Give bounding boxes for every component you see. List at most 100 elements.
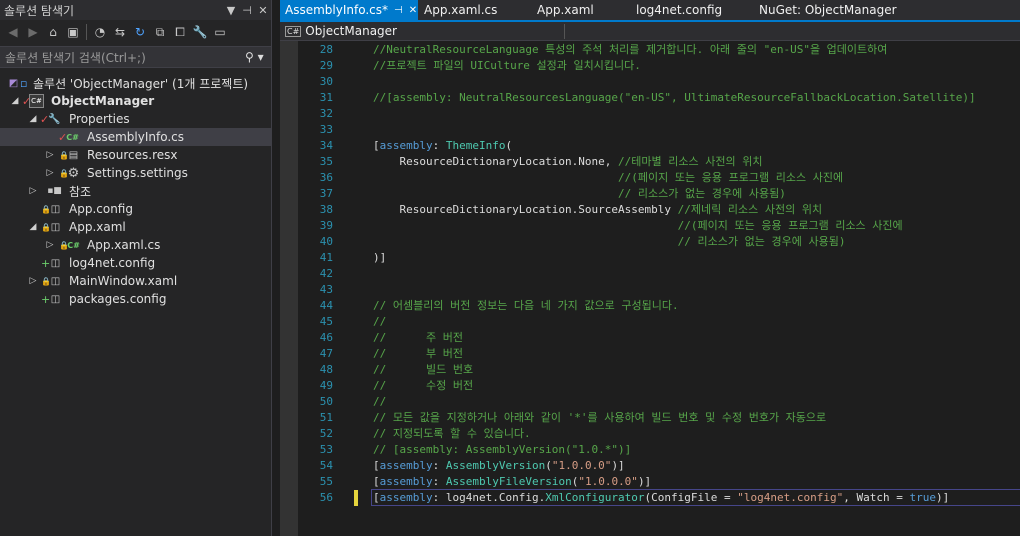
code-line[interactable]: 37 // 리소스가 없는 경우에 사용됨) (280, 186, 1020, 202)
close-icon[interactable]: ✕ (255, 4, 271, 17)
tree-item-project[interactable]: ◢ ✓ C# ObjectManager (0, 92, 271, 110)
code-line[interactable]: 35 ResourceDictionaryLocation.None, //테마… (280, 154, 1020, 170)
tree-item-mainwindow[interactable]: ▷ 🔒 ◫ MainWindow.xaml (0, 272, 271, 290)
lock-icon: ▫ (20, 76, 28, 90)
config-file-icon: ◫ (50, 257, 61, 269)
auto-hide-pin-icon[interactable]: ⊣ (239, 4, 255, 17)
code-line[interactable]: 43 (280, 282, 1020, 298)
code-line[interactable]: 52 // 지정되도록 할 수 있습니다. (280, 426, 1020, 442)
tree-item-solution[interactable]: ◩ ▫ 솔루션 'ObjectManager' (1개 프로젝트) (0, 74, 271, 92)
code-line[interactable]: 55 [assembly: AssemblyFileVersion("1.0.0.… (280, 474, 1020, 490)
code-token: // (373, 315, 387, 328)
properties-icon[interactable]: 🔧 (191, 23, 209, 41)
code-line[interactable]: 38 ResourceDictionaryLocation.SourceAsse… (280, 202, 1020, 218)
code-line[interactable]: 41)] (280, 250, 1020, 266)
home-icon[interactable]: ⌂ (44, 23, 62, 41)
tree-item-properties[interactable]: ◢ ✓ 🔧 Properties (0, 110, 271, 128)
code-token: )] (637, 475, 652, 488)
code-line[interactable]: 40 // 리소스가 없는 경우에 사용됨) (280, 234, 1020, 250)
config-file-icon: ◫ (50, 203, 61, 215)
expand-arrow-icon[interactable]: ▷ (28, 276, 38, 286)
code-line[interactable]: 46 // 주 버전 (280, 330, 1020, 346)
code-token: // 주 버전 (373, 331, 463, 344)
code-text: [assembly: AssemblyVersion("1.0.0.0")] (373, 458, 625, 474)
tree-item-app-xaml-cs[interactable]: ▷ 🔒 C# App.xaml.cs (0, 236, 271, 254)
code-line[interactable]: 48 // 빌드 번호 (280, 362, 1020, 378)
tree-item-label: App.xaml (69, 220, 126, 234)
code-text: [assembly: ThemeInfo( (373, 138, 512, 154)
code-line[interactable]: 45 // (280, 314, 1020, 330)
close-tab-icon[interactable]: ✕ (409, 5, 417, 16)
code-line[interactable]: 51 // 모든 값을 지정하거나 아래와 같이 '*'를 사용하여 빌드 번호 … (280, 410, 1020, 426)
code-editor[interactable]: 28 //NeutralResourceLanguage 특성의 주석 처리를 제… (280, 41, 1020, 536)
code-line[interactable]: 32 (280, 106, 1020, 122)
code-line[interactable]: 56 [assembly: log4net.Config.XmlConfigura… (280, 490, 1020, 506)
refresh-icon[interactable]: ↻ (131, 23, 149, 41)
code-line[interactable]: 34 [assembly: ThemeInfo( (280, 138, 1020, 154)
collapse-arrow-icon[interactable]: ◢ (28, 222, 38, 232)
code-token: "1.0.0.0" (578, 475, 638, 488)
expand-arrow-icon[interactable]: ▷ (45, 150, 55, 160)
navigation-bar[interactable]: C# ObjectManager (280, 22, 1020, 41)
tree-item-resources[interactable]: ▷ 🔒 ▤ Resources.resx (0, 146, 271, 164)
code-text: //프로젝트 파일의 UICulture 설정과 일치시킵니다. (373, 58, 641, 74)
tab-log4net-config[interactable]: log4net.config (632, 0, 759, 20)
expand-arrow-icon[interactable]: ▷ (45, 168, 55, 178)
code-line[interactable]: 33 (280, 122, 1020, 138)
preview-icon[interactable]: ▭ (211, 23, 229, 41)
tab-app-xaml[interactable]: App.xaml (532, 0, 632, 20)
code-text: // (373, 314, 386, 330)
project-dropdown[interactable]: ObjectManager (305, 24, 397, 38)
search-icon[interactable]: ⚲ ▾ (245, 50, 271, 64)
collapse-arrow-icon[interactable]: ◢ (10, 96, 20, 106)
forward-icon[interactable]: ▶ (24, 23, 42, 41)
code-line[interactable]: 54 [assembly: AssemblyVersion("1.0.0.0")] (280, 458, 1020, 474)
collapse-arrow-icon[interactable]: ◢ (28, 114, 38, 124)
tab-app-xaml-cs[interactable]: App.xaml.cs (418, 0, 532, 20)
tree-item-app-xaml[interactable]: ◢ 🔒 ◫ App.xaml (0, 218, 271, 236)
tree-item-log4net-config[interactable]: + ◫ log4net.config (0, 254, 271, 272)
code-text: //[assembly: NeutralResourcesLanguage("e… (373, 90, 976, 106)
back-icon[interactable]: ◀ (4, 23, 22, 41)
tab-nuget[interactable]: NuGet: ObjectManager (759, 0, 959, 20)
code-line[interactable]: 36 //(페이지 또는 응용 프로그램 리소스 사진에 (280, 170, 1020, 186)
solution-search-box[interactable]: 솔루션 탐색기 검색(Ctrl+;) ⚲ ▾ (0, 46, 271, 68)
line-number: 56 (319, 491, 333, 504)
tree-item-app-config[interactable]: 🔒 ◫ App.config (0, 200, 271, 218)
code-line[interactable]: 44 // 어셈블리의 버전 정보는 다음 네 가지 값으로 구성됩니다. (280, 298, 1020, 314)
line-number: 51 (319, 411, 333, 424)
code-token: // 지정되도록 할 수 있습니다. (373, 427, 531, 440)
window-position-dropdown-icon[interactable]: ▼ (223, 4, 239, 17)
expand-arrow-icon[interactable]: ▷ (28, 186, 38, 196)
tab-label: NuGet: ObjectManager (759, 3, 897, 17)
code-line[interactable]: 53 // [assembly: AssemblyVersion("1.0.*")… (280, 442, 1020, 458)
code-line[interactable]: 39 //(페이지 또는 응용 프로그램 리소스 사진에 (280, 218, 1020, 234)
code-line[interactable]: 49 // 수정 버전 (280, 378, 1020, 394)
code-line[interactable]: 28 //NeutralResourceLanguage 특성의 주석 처리를 제… (280, 42, 1020, 58)
expand-arrow-icon[interactable]: ▷ (45, 240, 55, 250)
tree-item-assemblyinfo[interactable]: ✓ C# AssemblyInfo.cs (0, 128, 271, 146)
sync-with-document-icon[interactable]: ⇆ (111, 23, 129, 41)
code-line[interactable]: 50 // (280, 394, 1020, 410)
tab-assemblyinfo[interactable]: AssemblyInfo.cs* ⊣ ✕ (280, 0, 418, 20)
tree-item-settings[interactable]: ▷ 🔒 ⚙ Settings.settings (0, 164, 271, 182)
code-line[interactable]: 29 //프로젝트 파일의 UICulture 설정과 일치시킵니다. (280, 58, 1020, 74)
code-line[interactable]: 42 (280, 266, 1020, 282)
pin-icon[interactable]: ⊣ (394, 5, 403, 16)
solution-explorer-titlebar: 솔루션 탐색기 ▼ ⊣ ✕ (0, 0, 271, 20)
tree-item-packages-config[interactable]: + ◫ packages.config (0, 290, 271, 308)
code-line[interactable]: 31 //[assembly: NeutralResourcesLanguage(… (280, 90, 1020, 106)
code-token: ResourceDictionaryLocation.SourceAssembl… (373, 203, 678, 216)
show-all-files-icon[interactable]: ⧠ (171, 23, 189, 41)
code-line[interactable]: 47 // 부 버전 (280, 346, 1020, 362)
code-text: )] (373, 250, 386, 266)
line-number: 30 (319, 75, 333, 88)
code-line[interactable]: 30 (280, 74, 1020, 90)
tree-item-label: App.config (69, 202, 133, 216)
switch-views-icon[interactable]: ▣ (64, 23, 82, 41)
code-token: : (432, 459, 446, 472)
tree-item-references[interactable]: ▷ ▪■ 참조 (0, 182, 271, 200)
pending-changes-filter-icon[interactable]: ◔ (91, 23, 109, 41)
code-token: : (432, 475, 446, 488)
collapse-all-icon[interactable]: ⧉ (151, 23, 169, 41)
